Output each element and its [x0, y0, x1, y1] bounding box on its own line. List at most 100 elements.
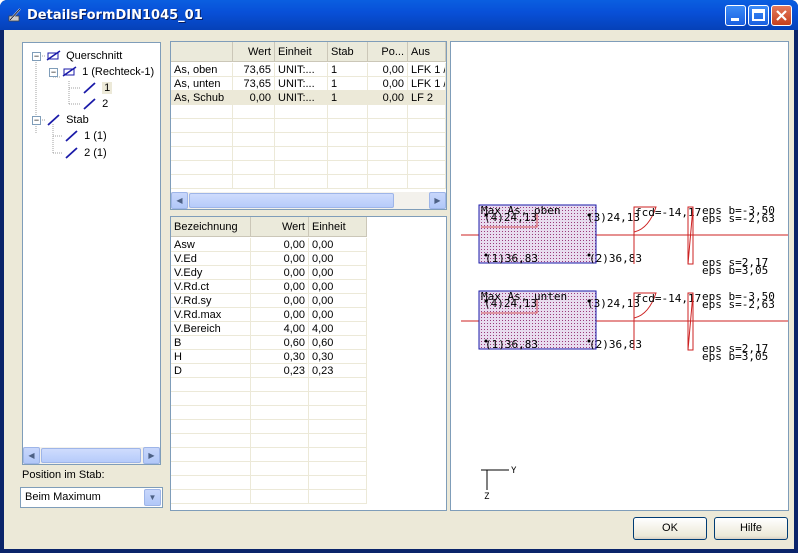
column-header[interactable]: Po... — [368, 42, 408, 62]
tree-horizontal-scrollbar[interactable]: ◀ ▶ — [23, 447, 160, 464]
tree-item-stab-1[interactable]: 1 (1) — [63, 129, 107, 143]
table-row[interactable] — [171, 392, 367, 406]
table-cell: V.Ed — [171, 252, 251, 266]
tree-collapse-toggle[interactable]: − — [49, 68, 58, 77]
table-cell — [171, 147, 233, 161]
table-cell: As, unten — [171, 77, 233, 91]
table-row[interactable]: As, unten 73,65 UNIT:... 1 0,00 LFK 1 / — [171, 77, 446, 91]
table-row[interactable]: As, Schub 0,00 UNIT:... 1 0,00 LF 2 — [171, 91, 446, 105]
position-select[interactable]: Beim Maximum ▼ — [20, 487, 163, 508]
tree-item-querschnitt[interactable]: Querschnitt — [45, 49, 122, 63]
column-header[interactable]: Bezeichnung — [171, 217, 251, 237]
table-cell — [368, 119, 408, 133]
column-header[interactable]: Wert — [251, 217, 309, 237]
tree-item-section-1[interactable]: 1 — [81, 81, 113, 95]
grid-horizontal-scrollbar[interactable]: ◀ ▶ — [171, 192, 446, 209]
table-row[interactable]: V.Rd.sy 0,00 0,00 — [171, 294, 367, 308]
table-row[interactable] — [171, 105, 446, 119]
table-row[interactable]: H 0,30 0,30 — [171, 350, 367, 364]
tree-item-rechteck[interactable]: 1 (Rechteck-1) — [61, 65, 154, 79]
table-row[interactable] — [171, 448, 367, 462]
table-cell — [408, 175, 446, 189]
scroll-left-button[interactable]: ◀ — [23, 447, 40, 464]
column-header[interactable] — [171, 42, 233, 62]
table-row[interactable] — [171, 378, 367, 392]
table-row[interactable] — [171, 434, 367, 448]
table-cell: 0,23 — [309, 364, 367, 378]
table-cell — [328, 161, 368, 175]
position-label: Position im Stab: — [22, 469, 105, 481]
table-cell: 0,00 — [309, 294, 367, 308]
column-header[interactable]: Einheit — [309, 217, 367, 237]
ok-button[interactable]: OK — [633, 517, 707, 540]
table-row[interactable] — [171, 406, 367, 420]
table-cell: 0,00 — [309, 266, 367, 280]
window-title: DetailsFormDIN1045_01 — [27, 8, 203, 23]
column-header[interactable]: Stab — [328, 42, 368, 62]
tree-item-stab-2[interactable]: 2 (1) — [63, 146, 107, 160]
table-cell — [309, 462, 367, 476]
table-cell — [309, 490, 367, 504]
structure-tree[interactable]: − − − Querschnitt 1 (Rechteck-1) 1 2 Sta… — [22, 42, 161, 465]
table-row[interactable] — [171, 147, 446, 161]
table-row[interactable] — [171, 490, 367, 504]
table-row[interactable]: V.Edy 0,00 0,00 — [171, 266, 367, 280]
minimize-button[interactable] — [725, 5, 746, 26]
table-cell — [171, 448, 251, 462]
chevron-down-icon[interactable]: ▼ — [144, 489, 161, 506]
reinforcement-grid[interactable]: Wert Einheit Stab Po... Aus As, oben 73,65 UNI… — [170, 41, 447, 210]
dialog-window: DetailsFormDIN1045_01 − − − Querschnitt … — [0, 0, 798, 553]
scroll-right-button[interactable]: ▶ — [143, 447, 160, 464]
table-row[interactable] — [171, 133, 446, 147]
table-cell: 0,23 — [251, 364, 309, 378]
table-row[interactable] — [171, 420, 367, 434]
cross-section-group: Max As, oben(4)24,13 (3)24,13(1)36,83 (2)3… — [461, 204, 788, 277]
cross-section-drawing: Max As, oben (4)24,13 (3)24,13 (1)36,83 (2)3… — [450, 41, 789, 511]
table-row[interactable]: B 0,60 0,60 — [171, 336, 367, 350]
table-row[interactable] — [171, 476, 367, 490]
table-cell — [171, 476, 251, 490]
table-cell — [171, 434, 251, 448]
help-button[interactable]: Hilfe — [714, 517, 788, 540]
table-row[interactable]: As, oben 73,65 UNIT:... 1 0,00 LFK 1 / — [171, 63, 446, 77]
table-row[interactable]: V.Rd.ct 0,00 0,00 — [171, 280, 367, 294]
tree-item-stab[interactable]: Stab — [45, 113, 89, 127]
tree-item-section-2[interactable]: 2 — [81, 97, 108, 111]
table-row[interactable]: Asw 0,00 0,00 — [171, 238, 367, 252]
column-header[interactable]: Einheit — [275, 42, 328, 62]
table-cell — [368, 161, 408, 175]
member-icon — [83, 82, 96, 94]
table-row[interactable]: D 0,23 0,23 — [171, 364, 367, 378]
table-row[interactable]: V.Rd.max 0,00 0,00 — [171, 308, 367, 322]
maximize-button[interactable] — [748, 5, 769, 26]
scroll-thumb[interactable] — [189, 193, 394, 208]
member-icon — [65, 147, 78, 159]
grid-header: Wert Einheit Stab Po... Aus — [171, 42, 446, 62]
table-cell: Asw — [171, 238, 251, 252]
close-button[interactable] — [771, 5, 792, 26]
table-row[interactable] — [171, 175, 446, 189]
table-row[interactable] — [171, 462, 367, 476]
table-row[interactable] — [171, 119, 446, 133]
table-row[interactable]: V.Ed 0,00 0,00 — [171, 252, 367, 266]
tree-collapse-toggle[interactable]: − — [32, 116, 41, 125]
tree-collapse-toggle[interactable]: − — [32, 52, 41, 61]
table-cell — [171, 462, 251, 476]
table-row[interactable]: V.Bereich 4,00 4,00 — [171, 322, 367, 336]
table-cell: 0,30 — [309, 350, 367, 364]
table-cell: V.Edy — [171, 266, 251, 280]
column-header[interactable]: Wert — [233, 42, 275, 62]
column-header[interactable]: Aus — [408, 42, 446, 62]
scroll-thumb[interactable] — [41, 448, 141, 463]
table-cell — [171, 490, 251, 504]
table-cell — [408, 147, 446, 161]
table-cell: 73,65 — [233, 63, 275, 77]
rebar-point — [587, 253, 591, 257]
title-bar: DetailsFormDIN1045_01 — [0, 0, 798, 30]
table-cell: V.Bereich — [171, 322, 251, 336]
scroll-right-button[interactable]: ▶ — [429, 192, 446, 209]
table-row[interactable] — [171, 161, 446, 175]
table-cell — [233, 133, 275, 147]
scroll-left-button[interactable]: ◀ — [171, 192, 188, 209]
shear-details-grid[interactable]: Bezeichnung Wert Einheit Asw 0,00 0,00 V.Ed 0,… — [170, 216, 447, 511]
